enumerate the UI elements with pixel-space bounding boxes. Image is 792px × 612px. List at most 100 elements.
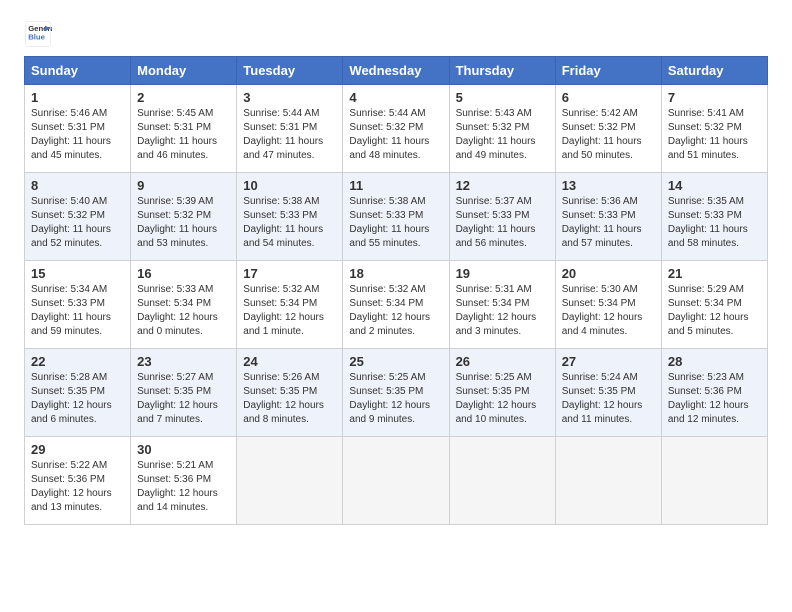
day-detail: Sunrise: 5:37 AM Sunset: 5:33 PM Dayligh… <box>456 195 549 251</box>
calendar-cell: 8 Sunrise: 5:40 AM Sunset: 5:32 PM Daylig… <box>25 173 131 261</box>
day-number: 27 <box>562 354 655 369</box>
day-number: 6 <box>562 90 655 105</box>
calendar-cell: 6Sunrise: 5:42 AM Sunset: 5:32 PM Daylig… <box>555 85 661 173</box>
calendar-cell <box>661 437 767 525</box>
header-row: SundayMondayTuesdayWednesdayThursdayFrid… <box>25 57 768 85</box>
day-number: 24 <box>243 354 336 369</box>
calendar-cell: 27 Sunrise: 5:24 AM Sunset: 5:35 PM Dayli… <box>555 349 661 437</box>
calendar-cell: 20 Sunrise: 5:30 AM Sunset: 5:34 PM Dayli… <box>555 261 661 349</box>
day-detail: Sunrise: 5:40 AM Sunset: 5:32 PM Dayligh… <box>31 195 124 251</box>
calendar-cell: 26 Sunrise: 5:25 AM Sunset: 5:35 PM Dayli… <box>449 349 555 437</box>
calendar-cell: 16 Sunrise: 5:33 AM Sunset: 5:34 PM Dayli… <box>131 261 237 349</box>
day-number: 23 <box>137 354 230 369</box>
day-number: 28 <box>668 354 761 369</box>
col-header-tuesday: Tuesday <box>237 57 343 85</box>
week-row-3: 15Sunrise: 5:34 AM Sunset: 5:33 PM Dayli… <box>25 261 768 349</box>
calendar-cell: 9Sunrise: 5:39 AM Sunset: 5:32 PM Daylig… <box>131 173 237 261</box>
calendar-cell <box>237 437 343 525</box>
day-detail: Sunrise: 5:31 AM Sunset: 5:34 PM Dayligh… <box>456 283 549 339</box>
calendar-cell: 18 Sunrise: 5:32 AM Sunset: 5:34 PM Dayli… <box>343 261 449 349</box>
day-number: 13 <box>562 178 655 193</box>
calendar-cell: 4Sunrise: 5:44 AM Sunset: 5:32 PM Daylig… <box>343 85 449 173</box>
calendar-cell: 25 Sunrise: 5:25 AM Sunset: 5:35 PM Dayli… <box>343 349 449 437</box>
day-detail: Sunrise: 5:25 AM Sunset: 5:35 PM Dayligh… <box>349 371 442 427</box>
day-detail: Sunrise: 5:38 AM Sunset: 5:33 PM Dayligh… <box>243 195 336 251</box>
day-number: 17 <box>243 266 336 281</box>
day-number: 16 <box>137 266 230 281</box>
week-row-2: 8 Sunrise: 5:40 AM Sunset: 5:32 PM Daylig… <box>25 173 768 261</box>
week-row-1: 1 Sunrise: 5:46 AM Sunset: 5:31 PM Daylig… <box>25 85 768 173</box>
day-detail: Sunrise: 5:38 AM Sunset: 5:33 PM Dayligh… <box>349 195 442 251</box>
calendar-cell: 3 Sunrise: 5:44 AM Sunset: 5:31 PM Daylig… <box>237 85 343 173</box>
day-detail: Sunrise: 5:30 AM Sunset: 5:34 PM Dayligh… <box>562 283 655 339</box>
day-number: 9 <box>137 178 230 193</box>
day-detail: Sunrise: 5:24 AM Sunset: 5:35 PM Dayligh… <box>562 371 655 427</box>
col-header-thursday: Thursday <box>449 57 555 85</box>
calendar-cell <box>449 437 555 525</box>
day-detail: Sunrise: 5:44 AM Sunset: 5:31 PM Dayligh… <box>243 107 336 163</box>
col-header-friday: Friday <box>555 57 661 85</box>
day-number: 18 <box>349 266 442 281</box>
day-detail: Sunrise: 5:36 AM Sunset: 5:33 PM Dayligh… <box>562 195 655 251</box>
day-detail: Sunrise: 5:26 AM Sunset: 5:35 PM Dayligh… <box>243 371 336 427</box>
col-header-sunday: Sunday <box>25 57 131 85</box>
calendar-table: SundayMondayTuesdayWednesdayThursdayFrid… <box>24 56 768 525</box>
day-detail: Sunrise: 5:33 AM Sunset: 5:34 PM Dayligh… <box>137 283 230 339</box>
day-number: 25 <box>349 354 442 369</box>
calendar-cell: 15Sunrise: 5:34 AM Sunset: 5:33 PM Dayli… <box>25 261 131 349</box>
calendar-cell: 24 Sunrise: 5:26 AM Sunset: 5:35 PM Dayli… <box>237 349 343 437</box>
day-number: 22 <box>31 354 124 369</box>
calendar-cell: 17 Sunrise: 5:32 AM Sunset: 5:34 PM Dayli… <box>237 261 343 349</box>
calendar-cell: 30Sunrise: 5:21 AM Sunset: 5:36 PM Dayli… <box>131 437 237 525</box>
week-row-5: 29 Sunrise: 5:22 AM Sunset: 5:36 PM Dayli… <box>25 437 768 525</box>
day-detail: Sunrise: 5:32 AM Sunset: 5:34 PM Dayligh… <box>243 283 336 339</box>
week-row-4: 22 Sunrise: 5:28 AM Sunset: 5:35 PM Dayli… <box>25 349 768 437</box>
calendar-cell: 22 Sunrise: 5:28 AM Sunset: 5:35 PM Dayli… <box>25 349 131 437</box>
calendar-cell: 14Sunrise: 5:35 AM Sunset: 5:33 PM Dayli… <box>661 173 767 261</box>
calendar-cell <box>555 437 661 525</box>
calendar-cell: 1 Sunrise: 5:46 AM Sunset: 5:31 PM Daylig… <box>25 85 131 173</box>
day-number: 19 <box>456 266 549 281</box>
day-number: 20 <box>562 266 655 281</box>
day-number: 11 <box>349 178 442 193</box>
day-number: 1 <box>31 90 124 105</box>
day-number: 21 <box>668 266 761 281</box>
day-detail: Sunrise: 5:22 AM Sunset: 5:36 PM Dayligh… <box>31 459 124 515</box>
day-number: 30 <box>137 442 230 457</box>
day-number: 29 <box>31 442 124 457</box>
day-number: 5 <box>456 90 549 105</box>
calendar-cell: 21 Sunrise: 5:29 AM Sunset: 5:34 PM Dayli… <box>661 261 767 349</box>
day-detail: Sunrise: 5:43 AM Sunset: 5:32 PM Dayligh… <box>456 107 549 163</box>
day-number: 14 <box>668 178 761 193</box>
header: General Blue <box>24 20 768 48</box>
calendar-cell: 13 Sunrise: 5:36 AM Sunset: 5:33 PM Dayli… <box>555 173 661 261</box>
day-number: 3 <box>243 90 336 105</box>
day-detail: Sunrise: 5:34 AM Sunset: 5:33 PM Dayligh… <box>31 283 124 339</box>
day-detail: Sunrise: 5:28 AM Sunset: 5:35 PM Dayligh… <box>31 371 124 427</box>
logo-icon: General Blue <box>24 20 52 48</box>
day-detail: Sunrise: 5:29 AM Sunset: 5:34 PM Dayligh… <box>668 283 761 339</box>
calendar-cell: 5 Sunrise: 5:43 AM Sunset: 5:32 PM Daylig… <box>449 85 555 173</box>
day-detail: Sunrise: 5:46 AM Sunset: 5:31 PM Dayligh… <box>31 107 124 163</box>
day-detail: Sunrise: 5:25 AM Sunset: 5:35 PM Dayligh… <box>456 371 549 427</box>
day-number: 8 <box>31 178 124 193</box>
day-number: 2 <box>137 90 230 105</box>
calendar-cell: 19 Sunrise: 5:31 AM Sunset: 5:34 PM Dayli… <box>449 261 555 349</box>
svg-text:Blue: Blue <box>28 33 45 42</box>
calendar-cell: 11 Sunrise: 5:38 AM Sunset: 5:33 PM Dayli… <box>343 173 449 261</box>
logo: General Blue <box>24 20 56 48</box>
day-detail: Sunrise: 5:27 AM Sunset: 5:35 PM Dayligh… <box>137 371 230 427</box>
day-detail: Sunrise: 5:41 AM Sunset: 5:32 PM Dayligh… <box>668 107 761 163</box>
day-detail: Sunrise: 5:32 AM Sunset: 5:34 PM Dayligh… <box>349 283 442 339</box>
day-number: 26 <box>456 354 549 369</box>
day-number: 10 <box>243 178 336 193</box>
day-number: 12 <box>456 178 549 193</box>
calendar-cell: 29 Sunrise: 5:22 AM Sunset: 5:36 PM Dayli… <box>25 437 131 525</box>
day-detail: Sunrise: 5:44 AM Sunset: 5:32 PM Dayligh… <box>349 107 442 163</box>
col-header-wednesday: Wednesday <box>343 57 449 85</box>
col-header-saturday: Saturday <box>661 57 767 85</box>
day-detail: Sunrise: 5:23 AM Sunset: 5:36 PM Dayligh… <box>668 371 761 427</box>
calendar-cell: 23 Sunrise: 5:27 AM Sunset: 5:35 PM Dayli… <box>131 349 237 437</box>
col-header-monday: Monday <box>131 57 237 85</box>
day-number: 7 <box>668 90 761 105</box>
